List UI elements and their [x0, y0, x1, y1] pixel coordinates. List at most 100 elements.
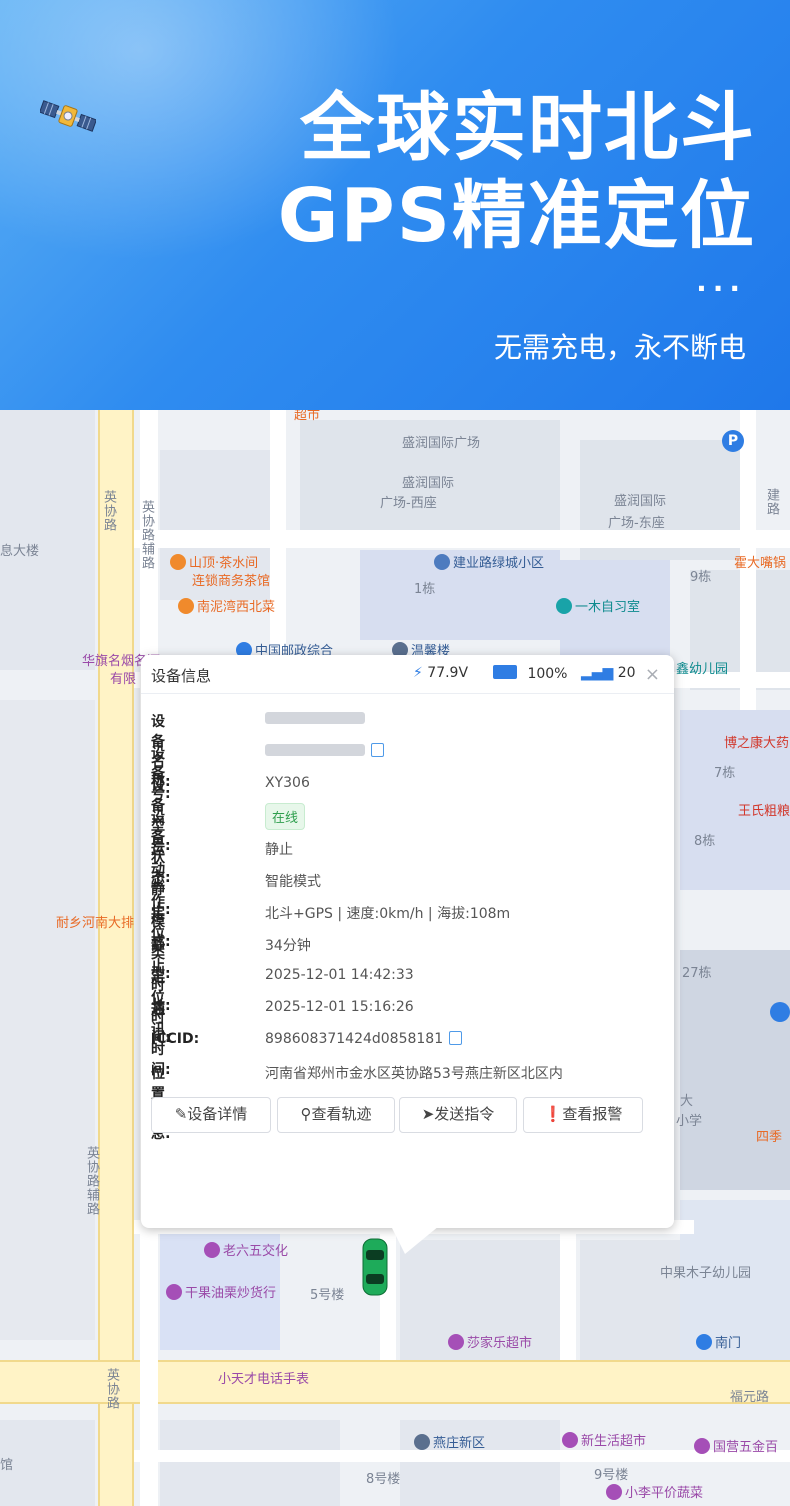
map-poi: 广场-东座 — [608, 516, 665, 531]
button-label: 设备详情 — [187, 1105, 248, 1123]
map-poi: 莎家乐超市 — [448, 1332, 532, 1351]
satellite-icon — [40, 100, 96, 132]
map-poi-label: 老六五交化 — [223, 1244, 289, 1259]
poi-pin-icon — [170, 554, 186, 570]
banner-headline: 全球实时北斗 GPS精准定位 — [278, 84, 756, 260]
iccid-value: 898608371424d0858181 — [265, 1031, 463, 1047]
map-poi: 连锁商务茶馆 — [192, 574, 271, 589]
map-poi: 鑫幼儿园 — [676, 662, 729, 677]
map-poi: 南门 — [696, 1332, 741, 1351]
map-poi: 中果木子幼儿园 — [660, 1266, 752, 1281]
info-value: 898608371424d0858181 — [265, 1031, 444, 1047]
map-poi: 盛润国际广场 — [402, 436, 481, 451]
copy-icon[interactable] — [371, 743, 384, 757]
status-value: 在线 — [265, 803, 306, 830]
send-icon: ➤ — [421, 1105, 435, 1123]
poi-pin-icon — [448, 1334, 464, 1350]
map-poi: 南泥湾西北菜 — [178, 596, 275, 615]
map-poi: 9号楼 — [594, 1468, 629, 1483]
map-poi: 老六五交化 — [204, 1240, 288, 1259]
promo-banner: 全球实时北斗 GPS精准定位 ··· 无需充电，永不断电 — [0, 0, 790, 410]
info-value: XY306 — [265, 775, 310, 791]
battery-status: 100% — [493, 665, 567, 682]
popup-header: 设备信息 ⚡ 77.9V 100% ▂▄▆ 20 × — [141, 655, 674, 694]
map-poi: 建业路绿城小区 — [434, 552, 544, 571]
road-label: 福元路 — [730, 1390, 770, 1405]
poi-pin-icon — [178, 598, 194, 614]
poi-pin-icon — [414, 1434, 430, 1450]
map-poi: 息大楼 — [0, 544, 40, 559]
map-poi-label: 燕庄新区 — [433, 1436, 486, 1451]
voltage-status: ⚡ 77.9V — [413, 665, 468, 681]
map-poi: 9栋 — [690, 570, 712, 585]
device-name-value — [265, 711, 365, 727]
poi-pin-icon — [166, 1284, 182, 1300]
alert-icon: ❗ — [543, 1105, 563, 1123]
info-value: 2025-12-01 14:42:33 — [265, 967, 414, 983]
map-poi: 王氏粗粮 — [738, 804, 790, 819]
copy-icon[interactable] — [449, 1031, 463, 1045]
battery-value: 100% — [527, 666, 568, 682]
map-poi: 27栋 — [682, 966, 712, 981]
signal-value: 20 — [617, 665, 636, 681]
map-poi: 1栋 — [414, 582, 436, 597]
info-key: ICCID: — [151, 1031, 200, 1047]
map-poi: 7栋 — [714, 766, 736, 781]
info-value: 河南省郑州市金水区英协路53号燕庄新区北区内 — [265, 1066, 563, 1082]
poi-pin-icon — [696, 1334, 712, 1350]
popup-pointer — [391, 1226, 439, 1254]
view-track-button[interactable]: ⚲查看轨迹 — [277, 1097, 395, 1133]
redacted-value — [265, 712, 365, 724]
road-label: 英协路 — [104, 1368, 119, 1410]
vehicle-marker-icon[interactable] — [362, 1238, 388, 1296]
send-command-button[interactable]: ➤发送指令 — [399, 1097, 517, 1133]
map-poi: 馆 — [0, 1458, 14, 1473]
map-poi-label: 一木自习室 — [575, 600, 641, 615]
edit-icon: ✎ — [174, 1105, 188, 1123]
poi-pin-icon — [434, 554, 450, 570]
road-label: 英协路 — [101, 490, 116, 532]
view-alarms-button[interactable]: ❗查看报警 — [523, 1097, 643, 1133]
button-label: 发送指令 — [434, 1105, 495, 1123]
map-poi: 8栋 — [694, 834, 716, 849]
map-poi-label: 干果油栗炒货行 — [185, 1286, 277, 1301]
signal-status: ▂▄▆ 20 — [581, 665, 636, 681]
map-poi: 新生活超市 — [562, 1430, 646, 1449]
headline-line-1: 全球实时北斗 — [300, 85, 756, 171]
map-poi: 盛润国际 — [614, 494, 667, 509]
map-poi: 大 — [680, 1094, 694, 1109]
status-badge: 在线 — [265, 803, 306, 830]
map-poi: 盛润国际 — [402, 476, 455, 491]
map-poi-label: 国营五金百 — [713, 1440, 779, 1455]
map-poi-label: 南泥湾西北菜 — [197, 600, 276, 615]
map-poi: 四季 — [756, 1130, 783, 1145]
device-details-button[interactable]: ✎设备详情 — [151, 1097, 271, 1133]
map-poi-label: 莎家乐超市 — [467, 1336, 533, 1351]
redacted-value — [265, 744, 365, 756]
map-poi: 一木自习室 — [556, 596, 640, 615]
map-poi: 有限 — [110, 672, 137, 687]
map-poi-label: 新生活超市 — [581, 1434, 647, 1449]
info-value: 智能模式 — [265, 874, 321, 890]
poi-pin-icon — [204, 1242, 220, 1258]
close-icon[interactable]: × — [645, 664, 660, 685]
map-poi-label: 南门 — [715, 1336, 742, 1351]
map-poi: 超市 — [294, 410, 321, 423]
map-poi: 干果油栗炒货行 — [166, 1282, 276, 1301]
map-poi: 小学 — [676, 1114, 703, 1129]
road-label: 英协路辅路 — [139, 500, 154, 570]
location-pin-icon: ⚲ — [300, 1105, 312, 1123]
map-poi: 8号楼 — [366, 1472, 401, 1487]
button-label: 查看报警 — [562, 1105, 623, 1123]
info-value: 北斗+GPS | 速度:0km/h | 海拔:108m — [265, 906, 511, 922]
lightning-icon: ⚡ — [413, 665, 423, 681]
info-value: 34分钟 — [265, 938, 311, 954]
parking-icon: P — [722, 430, 747, 452]
banner-tagline: 无需充电，永不断电 — [493, 331, 746, 364]
signal-bars-icon: ▂▄▆ — [581, 665, 614, 681]
decorative-dots: ··· — [696, 272, 746, 305]
popup-title: 设备信息 — [151, 667, 212, 685]
map-poi: 广场-西座 — [380, 496, 437, 511]
road-label: 建路 — [764, 488, 779, 516]
map-poi-label: 山顶·茶水间 — [189, 556, 259, 571]
